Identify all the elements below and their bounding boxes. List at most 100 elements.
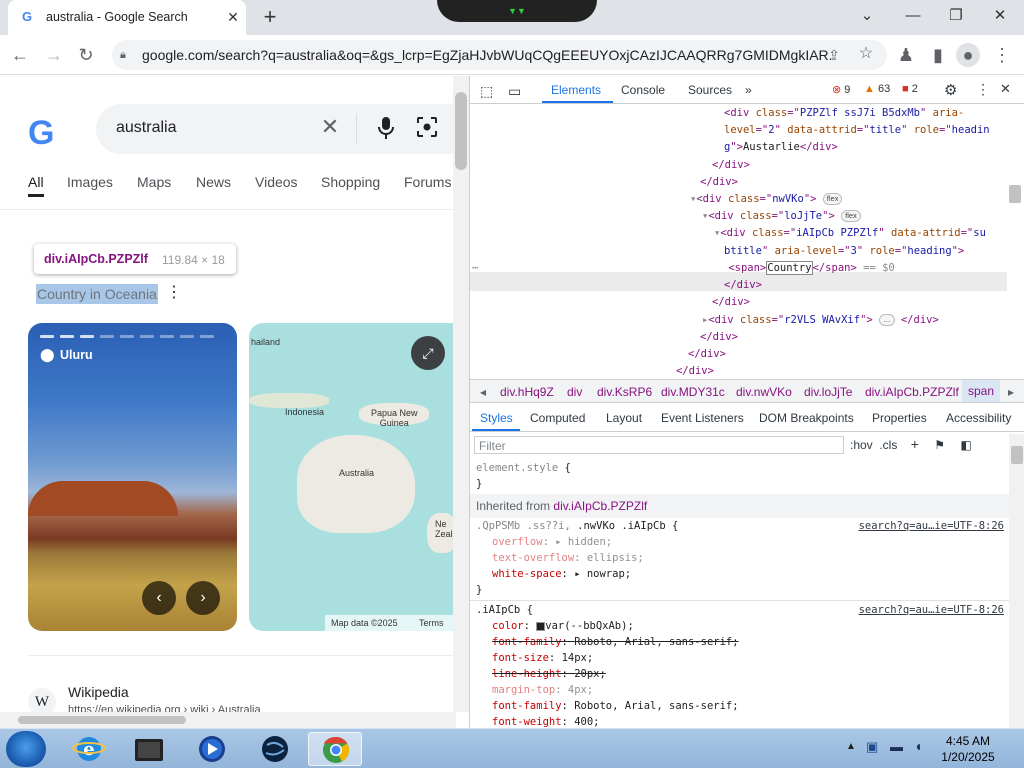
reload-button[interactable]: ↻ <box>74 43 98 67</box>
device-toolbar-icon[interactable]: ▭ <box>508 83 521 100</box>
issues-badge[interactable]: ■ 2 <box>902 83 918 95</box>
side-panel-icon[interactable]: ▮ <box>926 43 950 67</box>
hov-cls-toggles[interactable]: :hov .cls <box>850 438 897 452</box>
google-logo[interactable]: G <box>28 114 54 153</box>
toggle-sidebar-icon[interactable]: ◧ <box>948 438 971 452</box>
inherited-selector[interactable]: div.iAIpCb.PZPZlf <box>553 499 647 513</box>
clear-search-icon[interactable]: ✕ <box>318 115 342 139</box>
tab-styles[interactable]: Styles <box>480 411 513 425</box>
lens-search-icon[interactable] <box>416 116 438 138</box>
chrome-taskbar-icon[interactable] <box>308 732 362 766</box>
profile-avatar-icon[interactable]: ● <box>956 43 980 67</box>
dom-line-selected[interactable]: ⋯ <span>Country</span> == $0 <box>470 260 1007 277</box>
breadcrumb-item[interactable]: div <box>567 385 582 399</box>
media-player-icon[interactable] <box>185 732 239 766</box>
scrollbar-thumb[interactable] <box>455 92 467 170</box>
dom-line[interactable]: </div> <box>470 294 1007 311</box>
ellipsis-badge[interactable]: … <box>879 313 895 326</box>
style-row[interactable]: element.style { <box>476 460 1006 476</box>
breadcrumb-item[interactable]: div.loJjTe <box>804 385 852 399</box>
browser-menu-icon[interactable]: ⋮ <box>990 43 1014 67</box>
source-link[interactable]: search?q=au…ie=UTF-8:26 <box>859 518 1004 535</box>
new-tab-button[interactable]: + <box>258 5 282 29</box>
scrollbar-thumb[interactable] <box>1011 446 1023 464</box>
inspect-element-icon[interactable]: ⬚ <box>480 83 493 100</box>
style-row[interactable]: line-height: 20px; <box>476 666 1006 682</box>
tray-app-icon[interactable]: ▣ <box>866 739 878 755</box>
clock[interactable]: 4:45 AM 1/20/2025 <box>928 733 1008 765</box>
style-row[interactable]: font-size: 14px; <box>476 650 1006 666</box>
editing-text-node[interactable]: Country <box>766 261 813 275</box>
paint-icon[interactable]: ⚑ <box>922 438 945 452</box>
more-options-icon[interactable]: ⋮ <box>166 283 182 303</box>
globe-app-icon[interactable] <box>248 732 302 766</box>
dom-line[interactable]: ▸<div class="r2VLS WAvXif"> … </div> <box>470 312 1007 329</box>
expand-map-icon[interactable]: ⤢ <box>411 336 445 370</box>
tab-videos[interactable]: Videos <box>255 174 298 190</box>
breadcrumb-scroll-left-icon[interactable]: ◂ <box>480 385 486 399</box>
scrollbar-thumb[interactable] <box>1009 185 1021 203</box>
tab-accessibility[interactable]: Accessibility <box>946 411 1011 425</box>
style-row[interactable]: font-family: Roboto, Arial, sans-serif; <box>476 634 1006 650</box>
tab-sources[interactable]: Sources <box>688 83 732 97</box>
styles-filter-input[interactable]: Filter <box>474 436 844 454</box>
dom-line[interactable]: </div> <box>470 157 1007 174</box>
minimize-button[interactable]: — <box>898 5 928 27</box>
more-tabs-icon[interactable]: » <box>745 83 752 97</box>
carousel-next-button[interactable]: › <box>186 581 220 615</box>
breadcrumb-item-active[interactable]: span <box>962 380 1001 402</box>
dom-line[interactable]: ▾<div class="loJjTe"> flex <box>470 208 1007 225</box>
internet-explorer-icon[interactable]: e <box>62 732 116 766</box>
breadcrumb-item[interactable]: div.iAIpCb.PZPZlf <box>865 385 959 399</box>
breadcrumb-item[interactable]: div.MDY31c <box>661 385 725 399</box>
style-row[interactable]: white-space: ▸ nowrap; <box>476 566 1006 582</box>
folder-icon[interactable] <box>122 732 176 766</box>
settings-gear-icon[interactable]: ⚙ <box>944 81 957 99</box>
dom-line[interactable]: <div class="PZPZlf ssJ7i B5dxMb" aria- <box>470 105 1007 122</box>
flex-badge[interactable]: flex <box>841 210 861 223</box>
styles-scrollbar[interactable] <box>1009 434 1024 728</box>
bookmark-star-icon[interactable]: ☆ <box>856 44 876 64</box>
style-row[interactable]: margin-top: 4px; <box>476 682 1006 698</box>
style-row[interactable]: color: var(--bbQxAb); <box>476 618 1006 634</box>
page-horizontal-scrollbar[interactable] <box>0 712 456 728</box>
tab-news[interactable]: News <box>196 174 231 190</box>
dom-line[interactable]: btitle" aria-level="3" role="heading"> <box>470 243 1007 260</box>
dom-tree-scrollbar[interactable] <box>1007 105 1023 375</box>
new-rule-icon[interactable]: + <box>901 436 919 452</box>
url-text[interactable]: google.com/search?q=australia&oq=&gs_lcr… <box>142 47 832 63</box>
tab-computed[interactable]: Computed <box>530 411 585 425</box>
dom-line[interactable]: </div> <box>470 346 1007 363</box>
lock-icon[interactable]: 🔒︎ <box>120 47 134 63</box>
errors-badge[interactable]: ⊗ 9 <box>832 83 850 96</box>
tray-expand-icon[interactable]: ▲ <box>846 741 856 752</box>
address-bar[interactable]: 🔒︎ google.com/search?q=australia&oq=&gs_… <box>112 40 887 70</box>
dom-line[interactable]: ▾<div class="iAIpCb PZPZlf" data-attrid=… <box>470 225 1007 242</box>
tab-forums[interactable]: Forums <box>404 174 451 190</box>
forward-button[interactable]: → <box>42 43 66 67</box>
dom-line[interactable]: level="2" data-attrid="title" role="head… <box>470 122 1007 139</box>
dom-line[interactable]: </div> <box>470 277 1007 294</box>
tab-shopping[interactable]: Shopping <box>321 174 380 190</box>
source-link[interactable]: search?q=au…ie=UTF-8:26 <box>859 602 1004 619</box>
restore-button[interactable]: ❐ <box>941 5 971 27</box>
warnings-badge[interactable]: ▲ 63 <box>864 83 890 95</box>
close-tab-icon[interactable]: ✕ <box>224 8 242 26</box>
style-row[interactable]: } <box>476 582 1006 598</box>
breadcrumb-item[interactable]: div.nwVKo <box>736 385 792 399</box>
tab-all[interactable]: All <box>28 174 44 190</box>
search-input[interactable]: australia <box>116 119 176 137</box>
close-window-button[interactable]: ✕ <box>985 5 1015 27</box>
tab-dom-breakpoints[interactable]: DOM Breakpoints <box>759 411 854 425</box>
dom-line[interactable]: </div> <box>470 363 1007 375</box>
dom-line[interactable]: ▾<div class="nwVKo"> flex <box>470 191 1007 208</box>
scrollbar-thumb[interactable] <box>18 716 186 724</box>
style-row[interactable]: font-family: Roboto, Arial, sans-serif; <box>476 698 1006 714</box>
style-row[interactable]: } <box>476 476 1006 492</box>
tab-elements[interactable]: Elements <box>551 83 601 97</box>
tab-search-icon[interactable]: ⌄ <box>852 5 882 27</box>
style-row[interactable]: font-weight: 400; <box>476 714 1006 728</box>
map-thumbnail[interactable]: hailand Indonesia Papua New Guinea Austr… <box>249 323 456 631</box>
extensions-icon[interactable]: ♟ <box>894 43 918 67</box>
map-terms-link[interactable]: Terms <box>419 615 444 631</box>
